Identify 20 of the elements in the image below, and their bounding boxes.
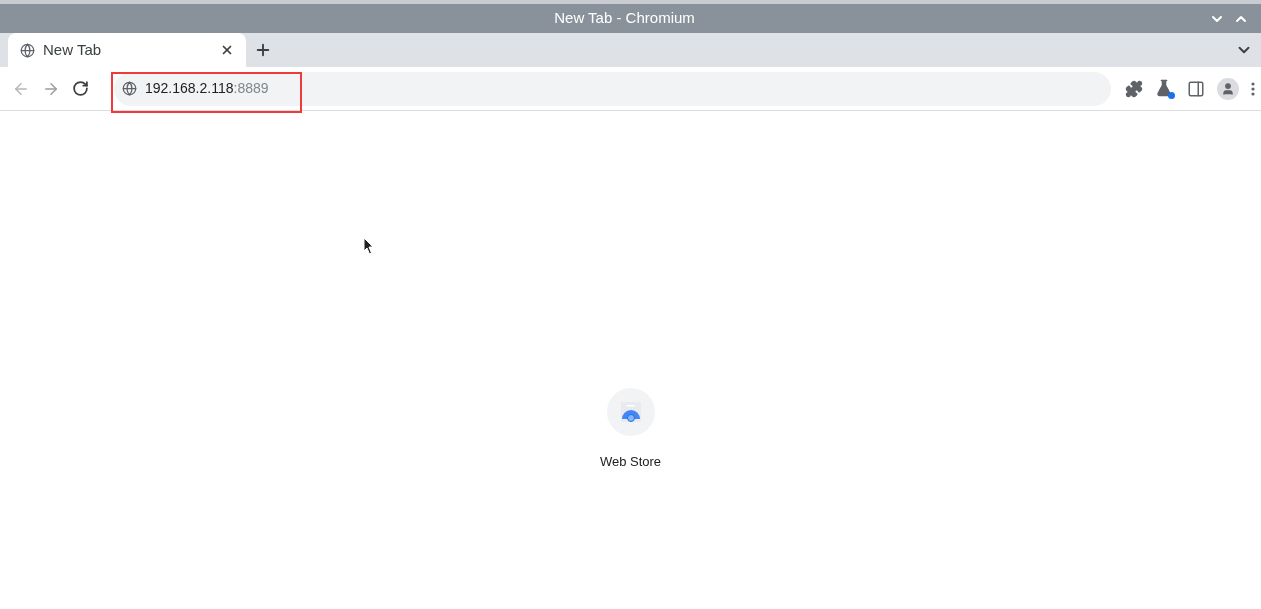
store-logo-icon bbox=[606, 388, 655, 436]
address-bar[interactable]: 192.168.2.118:8889 bbox=[114, 71, 1111, 106]
plus-icon bbox=[254, 41, 272, 59]
menu-icon bbox=[1251, 81, 1255, 96]
side-panel-icon bbox=[1187, 79, 1205, 98]
reload-icon bbox=[72, 80, 89, 97]
flask-icon bbox=[1155, 78, 1175, 99]
shortcut-label: Web Store bbox=[599, 453, 662, 471]
globe-icon bbox=[20, 42, 35, 58]
window-title: New Tab - Chromium bbox=[554, 8, 695, 29]
puzzle-icon bbox=[1125, 79, 1143, 98]
tab-title: New Tab bbox=[43, 39, 102, 60]
globe-icon bbox=[122, 81, 137, 96]
close-icon bbox=[220, 43, 234, 57]
url-text: 192.168.2.118:8889 bbox=[145, 79, 269, 98]
browser-tab[interactable]: New Tab bbox=[8, 33, 246, 67]
profile-avatar[interactable] bbox=[1217, 77, 1239, 100]
person-icon bbox=[1221, 81, 1235, 96]
shortcut-tile[interactable]: Web Store bbox=[574, 388, 687, 609]
mouse-pointer-icon bbox=[363, 237, 374, 255]
